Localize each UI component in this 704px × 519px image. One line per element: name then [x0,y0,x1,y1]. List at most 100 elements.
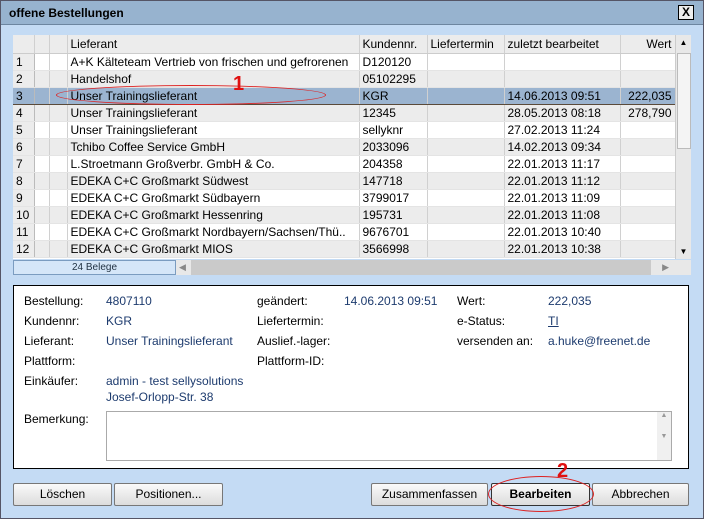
annotation-ellipse-2 [488,476,594,512]
row-marker-cell [34,70,50,88]
row-number: 1 [13,53,35,71]
cell: 22.01.2013 11:17 [504,155,621,173]
scroll-right-icon[interactable]: ▶ [662,260,669,275]
table-row[interactable]: 12 EDEKA C+C Großmarkt MIOS 3566998 22.01.2… [13,240,676,258]
table-row[interactable]: 7 L.Stroetmann Großverbr. GmbH & Co. 20435… [13,155,676,173]
lieferant-label: Lieferant: [24,334,75,348]
column-header[interactable] [49,35,68,54]
dialog-window: offene Bestellungen X Lieferant Kundennr.… [0,0,704,519]
horizontal-scrollbar[interactable]: 24 Belege ◀ ▶ [13,260,691,275]
cell [620,53,676,71]
column-header[interactable] [34,35,50,54]
cell: Tchibo Coffee Service GmbH [67,138,360,156]
table-row[interactable]: 5 Unser Trainingslieferant sellyknr 27.02.2… [13,121,676,139]
cell [620,138,676,156]
table-row[interactable]: 6 Tchibo Coffee Service GmbH 2033096 14.02.… [13,138,676,156]
abbrechen-button[interactable]: Abbrechen [592,483,689,506]
row-number: 10 [13,206,35,224]
record-count: 24 Belege [13,260,176,275]
row-marker-cell [34,53,50,71]
cell [620,155,676,173]
wert-label: Wert: [457,294,486,308]
cell [427,138,505,156]
cell [427,206,505,224]
zusammenfassen-button[interactable]: Zusammenfassen [371,483,488,506]
table-row[interactable]: 9 EDEKA C+C Großmarkt Südbayern 3799017 22.… [13,189,676,207]
plattform-label: Plattform: [24,354,76,368]
row-number: 11 [13,223,35,241]
column-header[interactable]: zuletzt bearbeitet [504,35,621,54]
row-marker-cell [34,138,50,156]
positionen-button[interactable]: Positionen... [114,483,223,506]
estatus-link[interactable]: TI [548,314,559,328]
scroll-down-icon[interactable]: ▼ [676,245,691,259]
close-button[interactable]: X [678,5,694,20]
cell [620,240,676,258]
cell [504,70,621,88]
row-marker-cell [49,172,68,190]
cell [427,189,505,207]
geaendert-value: 14.06.2013 09:51 [344,294,438,308]
vertical-scrollbar[interactable]: ▲ ▼ [675,35,691,259]
cell: Unser Trainingslieferant [67,121,360,139]
table-row[interactable]: 1 A+K Kälteteam Vertrieb von frischen und… [13,53,676,71]
lieferant-value: Unser Trainingslieferant [106,334,233,348]
versenden-value: a.huke@freenet.de [548,334,651,348]
row-marker-cell [34,206,50,224]
cell [504,53,621,71]
table-row[interactable]: 4 Unser Trainingslieferant 12345 28.05.2013… [13,104,676,122]
row-marker-cell [49,104,68,122]
row-marker-cell [49,155,68,173]
row-number: 2 [13,70,35,88]
geaendert-label: geändert: [257,294,308,308]
table-row[interactable]: 10 EDEKA C+C Großmarkt Hessenring 195731 22… [13,206,676,224]
cell: 278,790 [620,104,676,122]
cell: D120120 [359,53,428,71]
cell: EDEKA C+C Großmarkt Hessenring [67,206,360,224]
annotation-number-1: 1 [233,73,245,95]
row-marker-cell [49,121,68,139]
cell [427,53,505,71]
cell: Unser Trainingslieferant [67,104,360,122]
scroll-left-icon[interactable]: ◀ [179,260,186,275]
cell [620,172,676,190]
cell: sellyknr [359,121,428,139]
cell [427,240,505,258]
row-number: 5 [13,121,35,139]
cell [620,189,676,207]
cell [620,121,676,139]
row-marker-cell [49,138,68,156]
column-header[interactable]: Wert [620,35,676,54]
scroll-track[interactable] [191,260,651,275]
row-marker-cell [34,104,50,122]
scroll-thumb[interactable] [677,53,691,149]
row-number: 3 [13,86,35,105]
wert-value: 222,035 [548,294,592,308]
plattform-id-label: Plattform-ID: [257,354,325,368]
row-number: 7 [13,155,35,173]
table-row[interactable]: 8 EDEKA C+C Großmarkt Südwest 147718 22.01.… [13,172,676,190]
loeschen-button[interactable]: Löschen [13,483,112,506]
cell: KGR [359,86,428,105]
column-header[interactable]: Liefertermin [427,35,505,54]
cell [620,70,676,88]
table-row[interactable]: 2 Handelshof 05102295 [13,70,676,88]
cell: 3799017 [359,189,428,207]
row-marker-cell [49,223,68,241]
cell: L.Stroetmann Großverbr. GmbH & Co. [67,155,360,173]
bestellung-label: Bestellung: [24,294,84,308]
table-row[interactable]: 11 EDEKA C+C Großmarkt Nordbayern/Sachsen… [13,223,676,241]
bemerkung-textarea[interactable]: ▲ ▼ [106,411,672,461]
scroll-up-icon[interactable]: ▲ [676,35,691,51]
cell: 2033096 [359,138,428,156]
versenden-label: versenden an: [457,334,534,348]
row-number: 9 [13,189,35,207]
column-header[interactable]: Kundennr. [359,35,428,54]
annotation-number-2: 2 [557,460,569,482]
cell [620,206,676,224]
memo-scrollbar[interactable]: ▲ ▼ [657,412,671,460]
cell: 147718 [359,172,428,190]
column-header[interactable]: Lieferant [67,35,360,54]
row-marker-cell [34,86,50,105]
column-header[interactable] [13,35,35,54]
